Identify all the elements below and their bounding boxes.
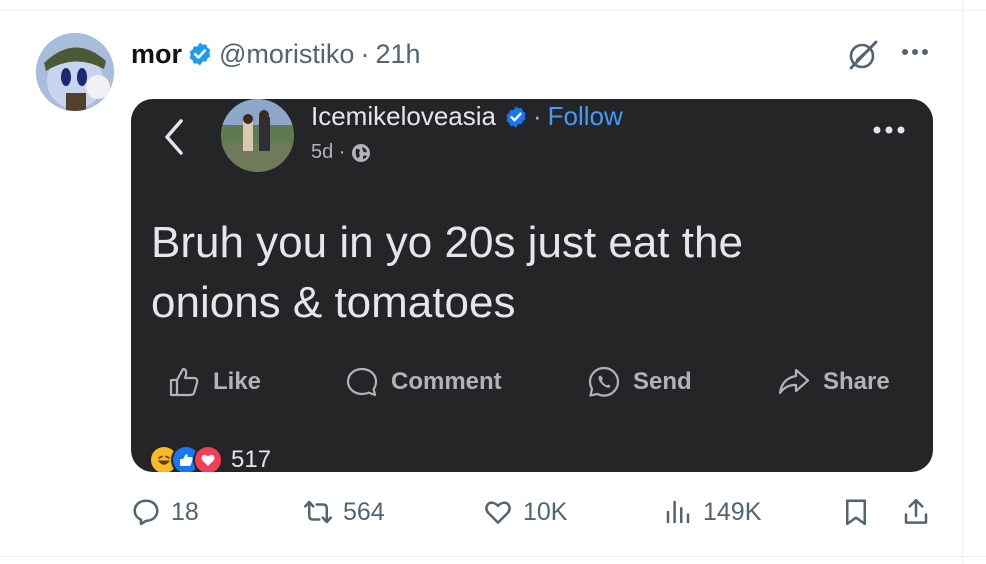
views-button[interactable]: 149K — [663, 497, 761, 527]
share-button[interactable] — [901, 497, 941, 527]
globe-icon — [352, 143, 371, 162]
tweet-header: mor @moristiko · 21h — [131, 36, 421, 72]
heart-icon — [485, 501, 511, 524]
post-meta: 5d · — [311, 141, 371, 164]
post-text-line: Bruh you in yo 20s just eat the — [151, 218, 743, 267]
post-author-photo — [221, 99, 294, 172]
post-action-bar: Like Comment Send Share — [131, 365, 933, 409]
whatsapp-icon — [588, 366, 620, 397]
post-author-name: Icemikeloveasia — [311, 101, 496, 131]
embedded-image[interactable]: Icemikeloveasia · Follow 5d · Bruh you i… — [131, 99, 933, 472]
tweet-action-bar: 18 564 10K 149K — [131, 497, 941, 535]
love-reaction-heart — [201, 454, 215, 466]
post-more-icon — [873, 126, 905, 134]
post-comment-action: Comment — [345, 365, 502, 399]
post-text-line: onions & tomatoes — [151, 278, 516, 327]
verified-badge-icon — [189, 42, 211, 66]
reply-count: 18 — [171, 497, 199, 526]
bookmark-icon — [846, 499, 866, 526]
repost-count: 564 — [343, 497, 385, 526]
display-name[interactable]: mor — [131, 39, 182, 70]
timestamp[interactable]: 21h — [375, 39, 420, 70]
bookmark-button[interactable] — [841, 497, 881, 527]
reply-button[interactable]: 18 — [131, 497, 199, 527]
reply-icon — [133, 499, 159, 526]
separator-dot: · — [360, 38, 370, 69]
post-text: Bruh you in yo 20s just eat the onions &… — [151, 213, 911, 333]
post-reactions: 517 — [149, 445, 271, 472]
share-arrow-icon — [778, 368, 810, 395]
avatar[interactable] — [36, 33, 114, 111]
post-share-action: Share — [777, 365, 890, 399]
more-options-icon[interactable] — [900, 42, 930, 62]
post-share-label: Share — [823, 368, 890, 395]
post-age: 5d · — [311, 141, 346, 163]
frame-divider-top — [0, 10, 986, 11]
comment-bubble-icon — [346, 367, 378, 397]
post-author-avatar — [221, 99, 294, 172]
post-follow-link: Follow — [547, 101, 623, 131]
thumbs-up-icon — [169, 367, 199, 397]
reaction-count: 517 — [231, 446, 272, 472]
view-count: 149K — [703, 497, 762, 526]
share-upload-icon — [904, 498, 928, 524]
frame-divider-bottom — [0, 556, 986, 557]
frame-divider-right — [962, 0, 963, 564]
handle[interactable]: @moristiko — [219, 39, 354, 70]
views-chart-icon — [666, 500, 690, 524]
post-author-row: Icemikeloveasia · Follow — [311, 101, 623, 132]
post-send-label: Send — [633, 368, 692, 395]
post-send-action: Send — [587, 365, 692, 399]
post-comment-label: Comment — [391, 368, 502, 395]
repost-icon — [304, 500, 332, 524]
like-button[interactable]: 10K — [483, 497, 567, 527]
post-separator-dot: · — [532, 101, 542, 131]
avatar-image — [36, 33, 114, 111]
post-like-label: Like — [213, 368, 262, 395]
repost-button[interactable]: 564 — [303, 497, 385, 527]
post-verified-badge-icon — [506, 106, 526, 127]
like-count: 10K — [523, 497, 568, 526]
like-reaction-thumb — [180, 454, 193, 466]
post-like-action: Like — [167, 365, 261, 399]
love-reaction-icon — [193, 445, 223, 472]
grok-icon[interactable] — [846, 38, 880, 72]
back-chevron-icon — [165, 119, 183, 155]
